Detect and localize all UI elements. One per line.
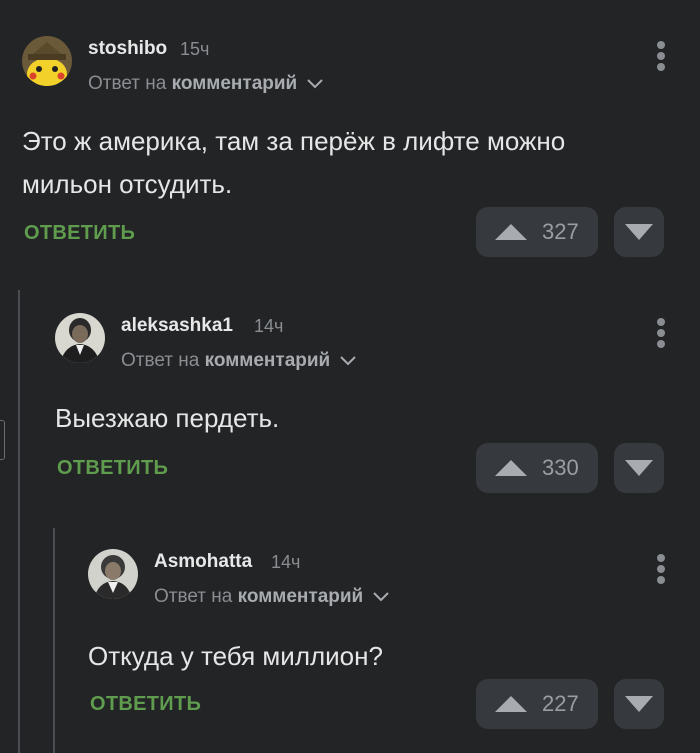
chevron-down-icon [372,592,389,602]
upvote-button[interactable]: 327 [476,207,598,257]
vote-count: 327 [542,219,579,244]
downvote-icon [625,696,653,712]
portrait-avatar[interactable] [88,549,138,599]
downvote-icon [625,224,653,240]
reply-to-link[interactable]: Ответ на комментарий [121,350,356,372]
upvote-icon [495,696,527,712]
downvote-button[interactable] [614,207,664,257]
comment-text-line: мильон отсудить. [22,169,233,199]
downvote-button[interactable] [614,443,664,493]
downvote-button[interactable] [614,679,664,729]
reply-button[interactable]: ОТВЕТИТЬ [57,457,168,480]
reply-button[interactable]: ОТВЕТИТЬ [24,222,135,245]
more-options-icon[interactable] [656,318,666,352]
comment-text-line: Выезжаю пердеть. [55,403,280,433]
reply-to-prefix: Ответ на [121,350,200,371]
comment-text-line: Откуда у тебя миллион? [88,641,383,671]
thread-line-level-1[interactable] [18,290,20,753]
upvote-button[interactable]: 227 [476,679,598,729]
comment-time: 15ч [180,39,210,59]
comment-text: Откуда у тебя миллион? [88,635,383,678]
pikachu-avatar[interactable] [22,36,72,86]
reply-to-target: комментарий [204,350,331,371]
reply-to-prefix: Ответ на [88,73,167,94]
comment-username[interactable]: stoshibo [88,38,167,60]
portrait-avatar[interactable] [55,313,105,363]
upvote-button[interactable]: 330 [476,443,598,493]
reply-to-target: комментарий [171,73,298,94]
chevron-down-icon [306,79,323,89]
thread-line-level-2[interactable] [53,528,55,753]
chevron-down-icon [339,356,356,366]
comment-text-line: Это ж америка, там за перёж в лифте можн… [22,126,566,156]
comment-username[interactable]: Asmohatta [154,551,252,573]
comment-aleksashka1: aleksashka1 14ч Ответ на комментарий Вые… [55,313,700,503]
comment-text: Выезжаю пердеть. [55,397,279,440]
collapse-thread-handle[interactable] [0,420,5,460]
comment-stoshibo: stoshibo 15ч Ответ на комментарий Это ж … [22,36,700,266]
comment-text: Это ж америка, там за перёж в лифте можн… [22,120,565,206]
reply-to-link[interactable]: Ответ на комментарий [88,73,323,95]
reply-to-link[interactable]: Ответ на комментарий [154,586,389,608]
reply-button[interactable]: ОТВЕТИТЬ [90,693,201,716]
vote-count: 227 [542,691,579,716]
comment-time: 14ч [254,316,284,336]
vote-count: 330 [542,455,579,480]
upvote-icon [495,224,527,240]
comment-time: 14ч [271,552,301,572]
comment-username[interactable]: aleksashka1 [121,315,233,337]
reply-to-prefix: Ответ на [154,586,233,607]
more-options-icon[interactable] [656,41,666,75]
more-options-icon[interactable] [656,554,666,588]
reply-to-target: комментарий [237,586,364,607]
downvote-icon [625,460,653,476]
upvote-icon [495,460,527,476]
comment-asmohatta: Asmohatta 14ч Ответ на комментарий Откуд… [88,549,700,739]
